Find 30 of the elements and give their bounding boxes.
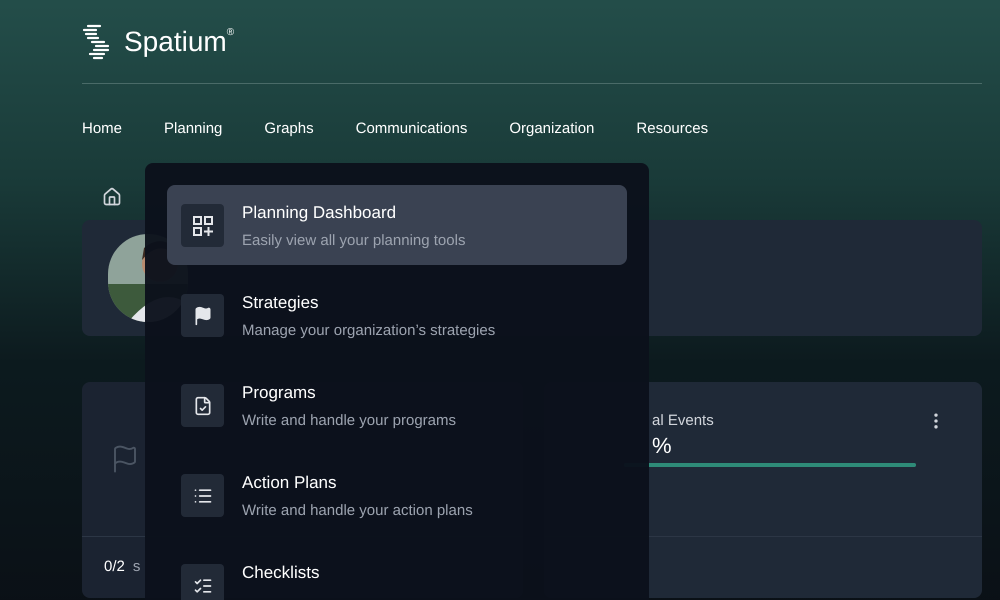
menu-item[interactable]: Strategies Manage your organization’s strategies: [167, 275, 627, 355]
menu-item[interactable]: Planning Dashboard Easily view all your planning tools: [167, 185, 627, 265]
nav-tab[interactable]: Organization: [495, 110, 608, 148]
menu-item-description: Write and handle your action plans: [242, 501, 473, 521]
stat-label: s: [132, 557, 140, 578]
document-check-icon: [192, 396, 212, 416]
card-title: al Events: [652, 411, 714, 431]
menu-item-title: Planning Dashboard: [242, 202, 398, 224]
menu-item[interactable]: Checklists: [167, 545, 627, 600]
stat-value: %: [652, 432, 673, 460]
brand-name: Spatium$^{®}$: [124, 28, 234, 56]
menu-item-description: Easily view all your planning tools: [242, 231, 466, 251]
menu-item[interactable]: Action Plans Write and handle your action plans: [167, 455, 627, 535]
nav-tab[interactable]: Home: [68, 110, 136, 148]
logo-icon: [82, 24, 112, 60]
flag-icon: [192, 306, 212, 326]
menu-item-title: Programs: [242, 382, 317, 404]
nav-tab[interactable]: Graphs: [250, 110, 328, 148]
menu-item-title: Strategies: [242, 292, 320, 314]
menu-item-description: Manage your organization’s strategies: [242, 321, 496, 341]
menu-item-title: Checklists: [242, 562, 320, 584]
nav-tab[interactable]: Communications: [342, 110, 482, 148]
menu-item-title: Action Plans: [242, 472, 338, 494]
stat-count: 0/2: [104, 557, 125, 578]
menu-item-description: Write and handle your programs: [242, 411, 456, 431]
menu-item[interactable]: Programs Write and handle your programs: [167, 365, 627, 445]
grid-plus-icon: [192, 214, 214, 236]
home-icon[interactable]: [102, 187, 122, 207]
nav-tab[interactable]: Resources: [622, 110, 722, 148]
nav-tab[interactable]: Planning: [150, 110, 236, 148]
